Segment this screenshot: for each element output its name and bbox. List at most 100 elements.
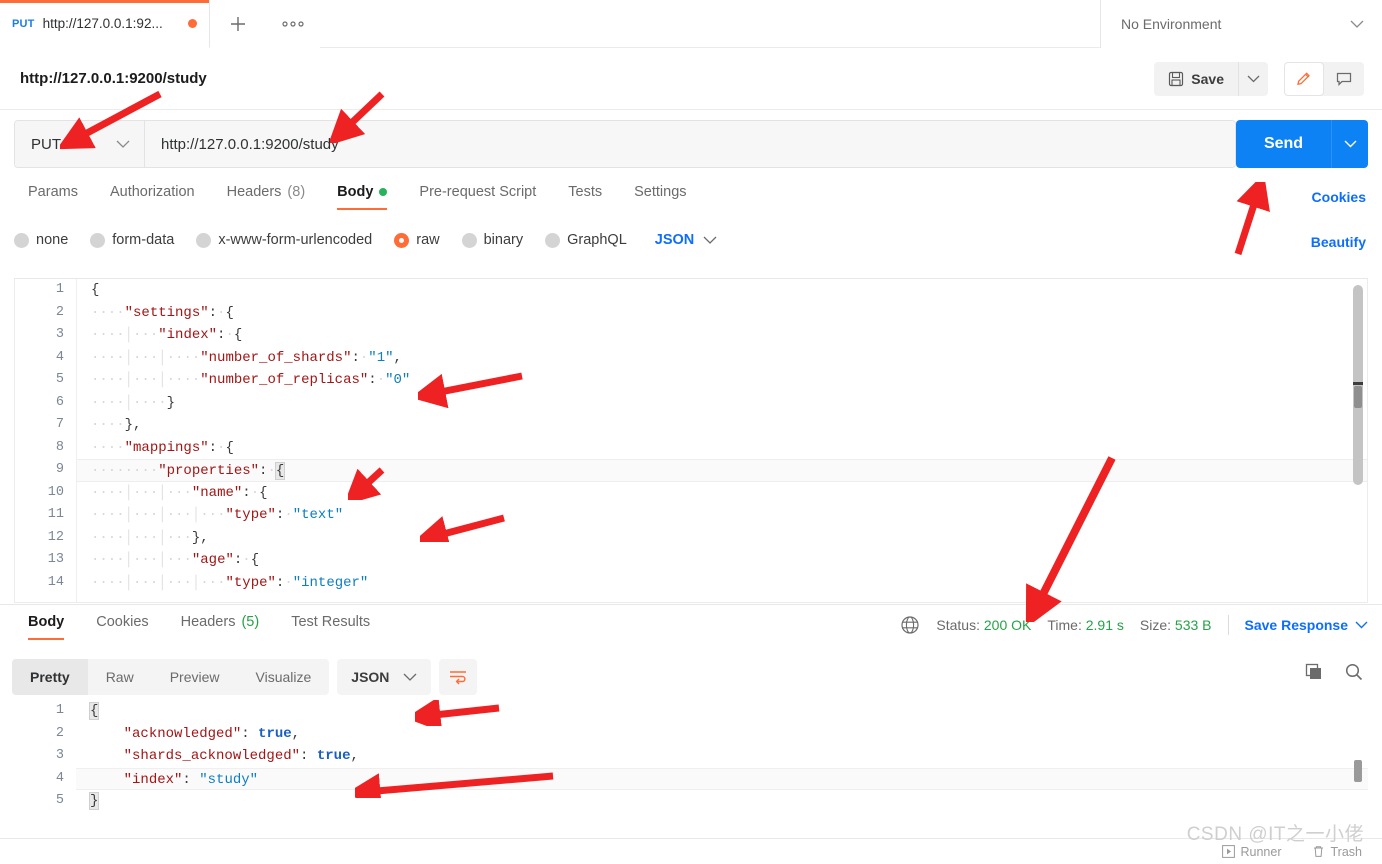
response-tab-headers[interactable]: Headers (5): [165, 614, 276, 640]
edit-request-button[interactable]: [1284, 61, 1324, 96]
save-button-label: Save: [1191, 70, 1224, 87]
tab-body-label: Body: [337, 184, 374, 200]
search-response-button[interactable]: [1344, 662, 1364, 682]
request-editor-scroll-thumb[interactable]: [1354, 386, 1362, 408]
runner-button[interactable]: Runner: [1221, 845, 1282, 859]
tab-headers[interactable]: Headers (8): [211, 184, 322, 210]
chevron-down-icon: [1355, 621, 1368, 629]
tab-settings[interactable]: Settings: [618, 184, 702, 210]
http-method-value: PUT: [31, 135, 61, 153]
search-icon: [1345, 663, 1363, 681]
response-view-visualize[interactable]: Visualize: [238, 659, 330, 695]
trash-button[interactable]: Trash: [1312, 845, 1362, 859]
save-button[interactable]: Save: [1154, 61, 1238, 96]
status-value: 200 OK: [983, 617, 1032, 633]
code-line: "acknowledged": true,: [123, 725, 301, 742]
body-type-urlencoded[interactable]: x-www-form-urlencoded: [196, 232, 372, 248]
send-options-button[interactable]: [1331, 120, 1368, 168]
cookies-link[interactable]: Cookies: [1312, 189, 1366, 205]
code-line: ····"mappings":·{: [91, 439, 234, 456]
tab-tests-label: Tests: [568, 184, 603, 200]
line-number: 13: [47, 552, 64, 567]
copy-response-button[interactable]: [1304, 662, 1324, 682]
request-header-actions: Save: [1154, 61, 1382, 96]
line-number: 2: [55, 725, 64, 741]
tab-tests[interactable]: Tests: [552, 184, 618, 210]
environment-selector[interactable]: No Environment: [1100, 0, 1382, 48]
request-editor-scrollbar[interactable]: [1353, 285, 1363, 485]
response-tab-body[interactable]: Body: [12, 614, 80, 640]
line-number: 4: [55, 349, 64, 365]
chevron-down-icon: [1350, 20, 1364, 28]
save-dropdown-button[interactable]: [1238, 61, 1268, 96]
status-label: Status:: [936, 617, 980, 633]
save-response-button[interactable]: Save Response: [1245, 617, 1369, 633]
radio-selected-icon: [394, 232, 410, 248]
response-format-select[interactable]: JSON: [337, 659, 432, 695]
body-type-binary[interactable]: binary: [461, 232, 523, 248]
word-wrap-toggle[interactable]: [439, 659, 478, 695]
tab-bar-filler: [320, 0, 1100, 48]
response-editor-gutter: 1 2 3 4 5: [14, 700, 76, 840]
request-section-tabs: Params Authorization Headers (8) Body Pr…: [12, 184, 703, 210]
response-view-raw[interactable]: Raw: [88, 659, 152, 695]
line-number: 12: [47, 529, 64, 545]
code-line: {: [88, 702, 100, 720]
request-code-lines[interactable]: { ····"settings":·{ ····│···"index":·{ ·…: [77, 279, 1367, 602]
chevron-down-icon: [1247, 75, 1260, 82]
code-line: ····│···│···"age":·{: [91, 552, 260, 568]
arrow-to-cookies: [1234, 182, 1270, 256]
code-line: {: [91, 282, 100, 298]
body-type-raw[interactable]: raw: [394, 232, 440, 248]
tab-title-label: http://127.0.0.1:92...: [42, 16, 163, 31]
size-readout: Size: 533 B: [1140, 617, 1212, 633]
body-type-radio-group: none form-data x-www-form-urlencoded raw…: [14, 232, 717, 248]
response-tab-cookies[interactable]: Cookies: [80, 614, 164, 640]
line-number: 7: [55, 417, 64, 432]
beautify-link[interactable]: Beautify: [1311, 234, 1366, 250]
tab-body[interactable]: Body: [321, 184, 403, 210]
size-value: 533 B: [1174, 617, 1212, 633]
code-line: ····"settings":·{: [91, 304, 234, 321]
send-button[interactable]: Send: [1236, 120, 1331, 168]
code-line: ····│···│····"number_of_replicas":·"0": [91, 372, 411, 388]
response-format-label: JSON: [351, 669, 390, 685]
tab-authorization[interactable]: Authorization: [94, 184, 211, 210]
request-body-editor[interactable]: 1 2 3 4 5 6 7 8 9 10 11 12 13 14 { ····"…: [14, 278, 1368, 603]
request-tab-active[interactable]: PUT http://127.0.0.1:92...: [0, 0, 210, 48]
response-view-pretty[interactable]: Pretty: [12, 659, 88, 695]
body-type-form-data[interactable]: form-data: [90, 232, 174, 248]
time-value: 2.91 s: [1085, 617, 1124, 633]
http-method-select[interactable]: PUT: [15, 121, 145, 167]
url-input[interactable]: http://127.0.0.1:9200/study: [145, 121, 1235, 167]
code-line: }: [88, 792, 100, 810]
line-number: 3: [55, 327, 64, 342]
comments-button[interactable]: [1324, 62, 1364, 96]
request-editor-scroll-cap: [1353, 382, 1363, 385]
tab-more-button[interactable]: [266, 0, 320, 48]
response-scroll-thumb[interactable]: [1354, 760, 1362, 782]
response-tab-test-results[interactable]: Test Results: [275, 614, 386, 640]
body-type-urlencoded-label: x-www-form-urlencoded: [218, 232, 373, 248]
response-view-preview[interactable]: Preview: [152, 659, 238, 695]
line-number: 1: [55, 703, 64, 718]
response-tools-right: [1304, 662, 1364, 682]
code-line: ····│···│····"number_of_shards":·"1",: [91, 349, 402, 366]
tab-headers-label: Headers: [226, 184, 282, 200]
body-format-select[interactable]: JSON: [655, 232, 718, 248]
tab-params[interactable]: Params: [12, 184, 94, 210]
body-type-raw-label: raw: [416, 232, 440, 248]
save-response-label: Save Response: [1244, 617, 1349, 633]
new-tab-button[interactable]: [210, 0, 266, 48]
tab-settings-label: Settings: [634, 184, 687, 200]
status-readout: Status: 200 OK: [936, 617, 1031, 633]
tab-pre-request-script[interactable]: Pre-request Script: [403, 184, 552, 210]
code-line-active: "index": "study": [76, 767, 1368, 790]
body-type-graphql[interactable]: GraphQL: [545, 232, 627, 248]
line-number: 3: [55, 748, 64, 763]
body-type-none[interactable]: none: [14, 232, 68, 248]
code-line: ····},: [91, 417, 142, 433]
tab-authorization-label: Authorization: [109, 184, 195, 200]
environment-label: No Environment: [1121, 16, 1222, 32]
response-body-viewer[interactable]: 1 2 3 4 5 { "acknowledged": true, "shard…: [14, 700, 1368, 840]
